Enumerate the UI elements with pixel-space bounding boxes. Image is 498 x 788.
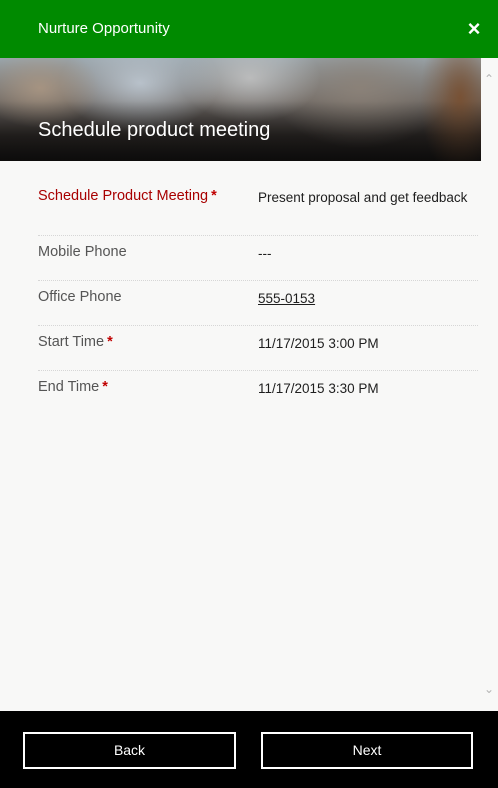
phone-link[interactable]: 555-0153 (258, 289, 468, 316)
field-value[interactable]: 11/17/2015 3:00 PM (258, 334, 468, 361)
close-icon[interactable]: × (462, 17, 486, 41)
process-header: Nurture Opportunity × (0, 0, 498, 58)
field-value[interactable]: Present proposal and get feedback (258, 188, 468, 226)
field-label-text: Mobile Phone (38, 244, 127, 260)
back-button[interactable]: Back (23, 732, 236, 769)
field-label: Mobile Phone (38, 244, 258, 271)
field-label-text: Start Time (38, 334, 105, 350)
field-value[interactable]: 11/17/2015 3:30 PM (258, 379, 468, 406)
field-row-office-phone: Office Phone 555-0153 (38, 281, 478, 326)
field-row-schedule-meeting: Schedule Product Meeting * Present propos… (38, 180, 478, 236)
scroll-down-icon[interactable]: ⌄ (482, 682, 496, 696)
field-value[interactable]: --- (258, 244, 468, 271)
required-marker: * (107, 334, 113, 350)
required-marker: * (102, 379, 108, 395)
field-label-text: End Time (38, 379, 100, 395)
field-label: Start Time * (38, 334, 258, 361)
field-row-end-time: End Time * 11/17/2015 3:30 PM (38, 371, 478, 415)
field-label-text: Schedule Product Meeting (38, 188, 209, 204)
field-label: Office Phone (38, 289, 258, 316)
field-row-mobile-phone: Mobile Phone --- (38, 236, 478, 281)
field-row-start-time: Start Time * 11/17/2015 3:00 PM (38, 326, 478, 371)
field-label: End Time * (38, 379, 258, 406)
process-title: Nurture Opportunity (38, 20, 170, 37)
stage-banner: Schedule product meeting (0, 58, 481, 161)
stage-heading: Schedule product meeting (38, 119, 271, 141)
stage-form: Schedule Product Meeting * Present propos… (38, 180, 478, 415)
dialog-footer: Back Next (0, 711, 498, 788)
field-label: Schedule Product Meeting * (38, 188, 258, 226)
scroll-up-icon[interactable]: ⌃ (482, 72, 496, 86)
field-label-text: Office Phone (38, 289, 122, 305)
next-button[interactable]: Next (261, 732, 473, 769)
required-marker: * (211, 188, 217, 204)
